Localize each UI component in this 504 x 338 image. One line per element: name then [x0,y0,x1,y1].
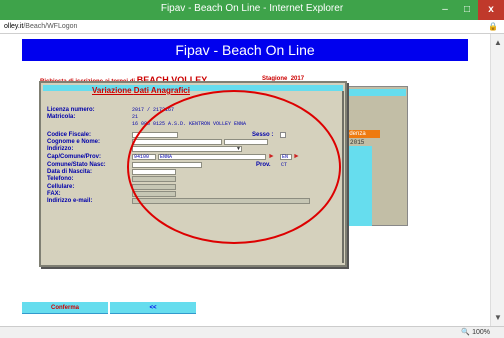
residenza-label: idenza [346,130,380,138]
annotation-ellipse [127,90,341,244]
dialog-top-bar [43,85,343,91]
back-button[interactable]: << [110,302,196,314]
codice-fiscale-label: Codice Fiscale: [47,132,92,138]
page-content: Fipav - Beach On Line Richiesta di iscri… [0,34,490,326]
licenza-label: Licenza numero: [47,107,95,113]
address-path: /Beach/WFLogon [23,23,78,30]
section-title-main: Dati Anagrafici [133,86,190,95]
vertical-scrollbar[interactable]: ▲ ▼ [490,34,504,326]
indirizzo-label: Indirizzo: [47,146,74,152]
section-title: Variazione Dati Anagrafici [92,86,190,95]
address-url[interactable]: olley.it/Beach/WFLogon [4,20,77,34]
window-title: Fipav - Beach On Line - Internet Explore… [160,3,344,14]
conferma-button[interactable]: Conferma [22,302,108,314]
status-bar: 🔍 100% [0,326,504,338]
address-domain: olley.it [4,23,24,30]
telefono-label: Telefono: [47,176,74,182]
dialog-divider [342,91,344,263]
close-button[interactable]: x [478,0,504,20]
lock-icon[interactable]: 🔒 [488,20,498,34]
background-cyan-box [348,146,372,226]
email-label: Indirizzo e-mail: [47,198,93,204]
residenza-year: 2015 [350,139,365,146]
background-panel-header [348,89,406,96]
zoom-control[interactable]: 🔍 100% [461,328,490,336]
scroll-up-icon[interactable]: ▲ [494,38,502,47]
comune-nascita-label: Comune/Stato Nasc: [47,162,106,168]
page-header: Fipav - Beach On Line [22,39,468,61]
cellulare-label: Cellulare: [47,184,75,190]
minimize-button[interactable]: – [434,0,456,20]
cap-label: Cap/Comune/Prov: [47,154,102,160]
maximize-button[interactable]: □ [456,0,478,20]
scroll-down-icon[interactable]: ▼ [494,313,502,322]
window-titlebar: Fipav - Beach On Line - Internet Explore… [0,0,504,20]
cognome-nome-label: Cognome e Nome: [47,139,101,145]
address-bar[interactable]: olley.it/Beach/WFLogon 🔒 [0,20,504,34]
matricola-value: 21 [132,114,139,120]
fax-label: FAX: [47,191,61,197]
matricola-label: Matricola: [47,114,76,120]
section-title-prefix: Variazione [92,86,134,95]
data-nascita-label: Data di Nascita: [47,169,93,175]
